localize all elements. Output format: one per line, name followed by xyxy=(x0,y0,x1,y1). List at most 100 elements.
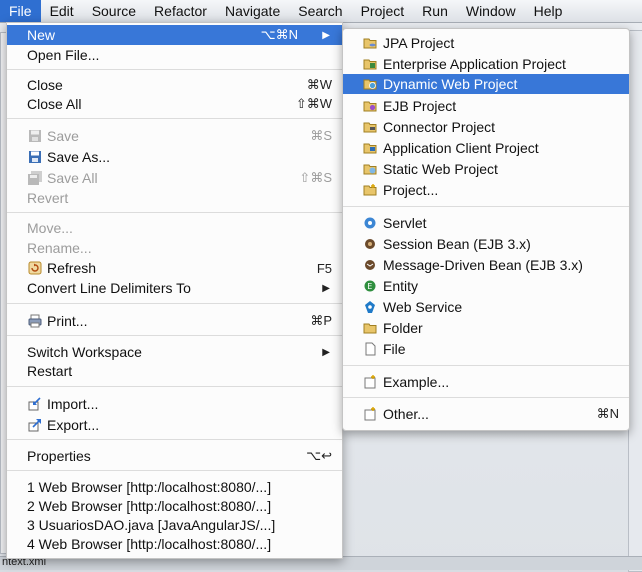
new-file[interactable]: File xyxy=(343,339,629,359)
folder-icon xyxy=(363,321,377,335)
menu-separator xyxy=(343,397,629,398)
menu-item-import[interactable]: Import... xyxy=(7,394,342,414)
new-entity[interactable]: E Entity xyxy=(343,276,629,296)
save-all-icon xyxy=(28,171,42,185)
menu-item-save-all-shortcut: ⇧⌘S xyxy=(299,170,332,185)
example-icon xyxy=(363,375,377,389)
menu-edit[interactable]: Edit xyxy=(41,0,83,22)
new-folder-label: Folder xyxy=(383,320,423,336)
static-web-project-icon xyxy=(363,162,377,176)
new-message-driven-bean[interactable]: Message-Driven Bean (EJB 3.x) xyxy=(343,255,629,275)
save-as-icon xyxy=(28,150,42,164)
new-servlet[interactable]: Servlet xyxy=(343,213,629,233)
menu-source[interactable]: Source xyxy=(83,0,145,22)
menu-item-close[interactable]: Close ⌘W xyxy=(7,75,342,95)
menu-item-restart[interactable]: Restart xyxy=(7,361,342,381)
menu-item-move[interactable]: Move... xyxy=(7,218,342,238)
menu-item-properties[interactable]: Properties ⌥↩ xyxy=(7,446,342,466)
menu-item-save-all-label: Save All xyxy=(47,170,98,186)
menu-separator xyxy=(7,439,342,440)
new-folder[interactable]: Folder xyxy=(343,318,629,338)
new-dynamic-web-project[interactable]: Dynamic Web Project xyxy=(343,74,629,94)
menu-refactor[interactable]: Refactor xyxy=(145,0,216,22)
menu-search[interactable]: Search xyxy=(289,0,351,22)
new-static-web-project[interactable]: Static Web Project xyxy=(343,159,629,179)
menu-item-rename-label: Rename... xyxy=(27,240,92,256)
menu-separator xyxy=(7,212,342,213)
menu-navigate[interactable]: Navigate xyxy=(216,0,289,22)
menu-project[interactable]: Project xyxy=(352,0,414,22)
menu-file[interactable]: File xyxy=(0,0,41,22)
menu-item-close-all[interactable]: Close All ⇧⌘W xyxy=(7,94,342,114)
menu-item-refresh[interactable]: Refresh F5 xyxy=(7,258,342,278)
menu-item-convert-line-delimiters-label: Convert Line Delimiters To xyxy=(27,280,191,296)
ejb-project-icon xyxy=(363,99,377,113)
recent-file-label: 1 Web Browser [http:/localhost:8080/...] xyxy=(27,479,272,495)
menu-item-export[interactable]: Export... xyxy=(7,415,342,435)
recent-file-item[interactable]: 2 Web Browser [http:/localhost:8080/...] xyxy=(7,496,342,516)
menu-item-convert-line-delimiters[interactable]: Convert Line Delimiters To ▶ xyxy=(7,278,342,298)
connector-project-icon xyxy=(363,120,377,134)
recent-file-item[interactable]: 1 Web Browser [http:/localhost:8080/...] xyxy=(7,477,342,497)
new-project-label: Project... xyxy=(383,182,439,198)
menu-item-revert[interactable]: Revert xyxy=(7,188,342,208)
menu-item-close-all-shortcut: ⇧⌘W xyxy=(295,96,332,111)
menu-item-new-shortcut: ⌥⌘N xyxy=(260,27,298,42)
new-example[interactable]: Example... xyxy=(343,372,629,392)
new-web-service-label: Web Service xyxy=(383,299,463,315)
new-enterprise-application-project[interactable]: Enterprise Application Project xyxy=(343,54,629,74)
new-jpa-project[interactable]: JPA Project xyxy=(343,33,629,53)
menu-item-switch-workspace[interactable]: Switch Workspace ▶ xyxy=(7,342,342,362)
menu-item-new[interactable]: New ⌥⌘N ▶ xyxy=(7,25,342,45)
menu-item-switch-workspace-label: Switch Workspace xyxy=(27,344,142,360)
menu-item-save-as-label: Save As... xyxy=(47,149,111,165)
new-web-service[interactable]: Web Service xyxy=(343,297,629,317)
new-other[interactable]: Other... ⌘N xyxy=(343,404,629,424)
menu-item-restart-label: Restart xyxy=(27,363,73,379)
menu-item-save-as[interactable]: Save As... xyxy=(7,147,342,167)
editor-area-edge xyxy=(628,30,642,572)
new-message-driven-bean-label: Message-Driven Bean (EJB 3.x) xyxy=(383,257,583,273)
svg-text:E: E xyxy=(367,282,372,291)
message-driven-bean-icon xyxy=(363,258,377,272)
new-file-label: File xyxy=(383,341,406,357)
new-entity-label: Entity xyxy=(383,278,419,294)
recent-file-item[interactable]: 3 UsuariosDAO.java [JavaAngularJS/...] xyxy=(7,515,342,535)
new-connector-project[interactable]: Connector Project xyxy=(343,117,629,137)
new-session-bean[interactable]: Session Bean (EJB 3.x) xyxy=(343,234,629,254)
recent-file-label: 3 UsuariosDAO.java [JavaAngularJS/...] xyxy=(27,517,276,533)
menu-separator xyxy=(343,365,629,366)
session-bean-icon xyxy=(363,237,377,251)
new-example-label: Example... xyxy=(383,374,450,390)
menu-item-refresh-shortcut: F5 xyxy=(316,260,332,276)
menu-help[interactable]: Help xyxy=(525,0,572,22)
recent-file-item[interactable]: 4 Web Browser [http:/localhost:8080/...] xyxy=(7,534,342,554)
menu-item-save-all[interactable]: Save All ⇧⌘S xyxy=(7,168,342,188)
new-connector-project-label: Connector Project xyxy=(383,119,496,135)
menu-separator xyxy=(7,470,342,471)
new-session-bean-label: Session Bean (EJB 3.x) xyxy=(383,236,531,252)
other-wizard-icon xyxy=(363,407,377,421)
menu-item-save[interactable]: Save ⌘S xyxy=(7,126,342,146)
export-icon xyxy=(28,418,42,432)
menu-window[interactable]: Window xyxy=(457,0,525,22)
menu-separator xyxy=(7,335,342,336)
new-application-client-project[interactable]: Application Client Project xyxy=(343,138,629,158)
submenu-arrow-icon: ▶ xyxy=(322,346,330,358)
menu-item-rename[interactable]: Rename... xyxy=(7,238,342,258)
new-project[interactable]: Project... xyxy=(343,180,629,200)
new-ejb-project[interactable]: EJB Project xyxy=(343,96,629,116)
new-static-web-project-label: Static Web Project xyxy=(383,161,498,177)
new-jpa-project-label: JPA Project xyxy=(383,35,455,51)
menu-run[interactable]: Run xyxy=(413,0,457,22)
menu-item-move-label: Move... xyxy=(27,220,73,236)
menu-item-import-label: Import... xyxy=(47,396,99,412)
submenu-arrow-icon: ▶ xyxy=(322,282,330,294)
new-project-icon xyxy=(363,183,377,197)
recent-file-label: 4 Web Browser [http:/localhost:8080/...] xyxy=(27,536,272,552)
menu-item-print-label: Print... xyxy=(47,313,88,329)
new-other-label: Other... xyxy=(383,406,429,422)
menu-item-print[interactable]: Print... ⌘P xyxy=(7,311,342,331)
printer-icon xyxy=(28,314,42,328)
menu-item-open-file[interactable]: Open File... xyxy=(7,45,342,65)
